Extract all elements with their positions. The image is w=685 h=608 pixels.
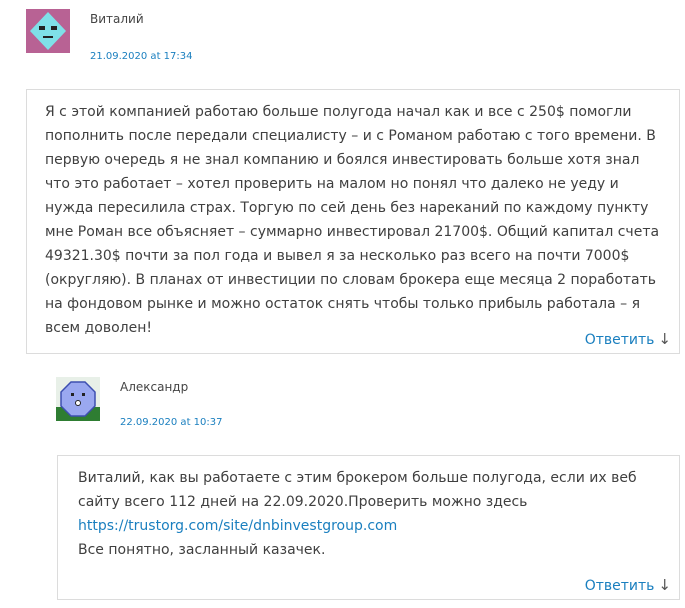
comment-body: Я с этой компанией работаю больше полуго… [26, 89, 680, 354]
comment-body: Виталий, как вы работаете с этим брокеро… [57, 455, 680, 600]
comment-text: Я с этой компанией работаю больше полуго… [45, 100, 667, 340]
reply-button[interactable]: Ответить ↓ [585, 576, 671, 594]
reply-label: Ответить [584, 332, 655, 348]
comment-date-link[interactable]: 22.09.2020 at 10:37 [120, 417, 222, 428]
avatar[interactable] [56, 377, 100, 421]
reply-button[interactable]: Ответить ↓ [585, 330, 671, 348]
comment-text-paragraph: Виталий, как вы работаете с этим брокеро… [78, 466, 668, 562]
arrow-down-icon: ↓ [658, 330, 671, 348]
avatar-icon [26, 9, 70, 53]
comment-text: Виталий, как вы работаете с этим брокеро… [78, 466, 668, 562]
avatar-icon [56, 377, 100, 421]
comment-alexander: Александр 22.09.2020 at 10:37 Виталий, к… [0, 360, 685, 608]
comment-text-part: Виталий, как вы работаете с этим брокеро… [78, 470, 637, 510]
comment-text-part: Все понятно, засланный казачек. [78, 542, 326, 558]
arrow-down-icon: ↓ [658, 576, 671, 594]
comment-text-paragraph: Я с этой компанией работаю больше полуго… [45, 104, 660, 336]
external-link[interactable]: https://trustorg.com/site/dnbinvestgroup… [78, 518, 397, 534]
comment-author: Александр [120, 380, 189, 394]
reply-label: Ответить [584, 578, 655, 594]
comment-author: Виталий [90, 12, 144, 26]
comment-date-link[interactable]: 21.09.2020 at 17:34 [90, 51, 192, 62]
avatar[interactable] [26, 9, 70, 53]
comment-vitaly: Виталий 21.09.2020 at 17:34 Я с этой ком… [0, 0, 685, 360]
